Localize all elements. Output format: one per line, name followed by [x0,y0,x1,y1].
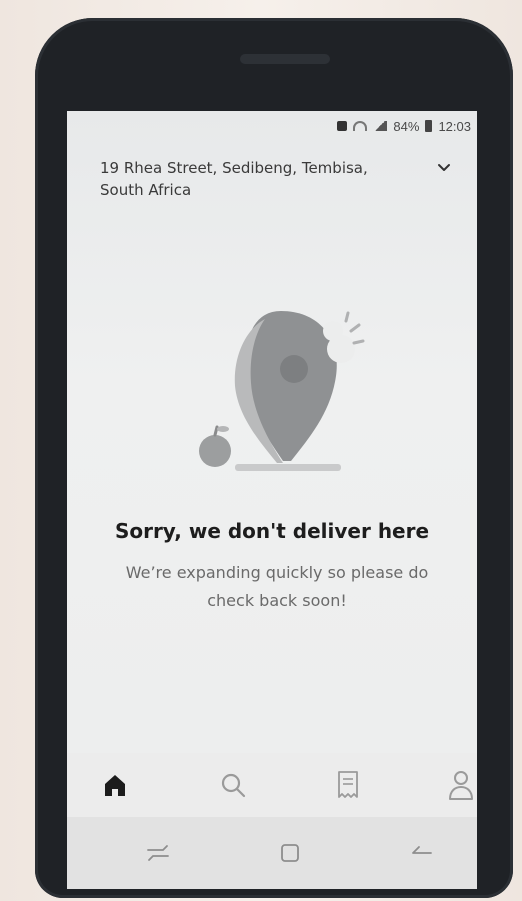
empty-state-title: Sorry, we don't deliver here [114,519,430,543]
back-arrow-icon [412,846,432,854]
battery-icon [425,120,433,132]
notification-icon [337,121,348,131]
home-system-button[interactable] [275,841,305,865]
chevron-down-icon[interactable] [437,161,451,175]
back-button[interactable] [407,841,437,865]
recent-apps-icon [147,845,169,861]
nav-home[interactable] [97,767,133,803]
receipt-icon [338,771,358,798]
signal-icon [373,121,388,131]
photo-background: 84% 12:03 19 Rhea Street, Sedibeng, Temb… [0,0,522,901]
map-pin-bitten-icon [199,311,365,471]
system-navigation-bar [67,817,477,889]
home-icon [105,775,125,796]
phone-speaker [240,54,330,64]
wifi-icon [353,121,368,131]
user-icon [449,771,473,800]
bottom-navigation [67,753,477,817]
status-bar: 84% 12:03 [337,115,471,137]
delivery-address[interactable]: 19 Rhea Street, Sedibeng, Tembisa, South… [100,157,410,201]
status-time: 12:03 [438,118,471,134]
battery-percent: 84% [393,118,420,134]
nav-search[interactable] [215,767,251,803]
empty-state-message: We’re expanding quickly so please do che… [125,563,429,610]
nav-profile[interactable] [443,767,477,803]
search-icon [221,773,246,798]
square-home-icon [281,844,299,862]
app-screen: 84% 12:03 19 Rhea Street, Sedibeng, Temb… [67,111,477,889]
nav-orders[interactable] [330,767,366,803]
recent-apps-button[interactable] [143,841,173,865]
